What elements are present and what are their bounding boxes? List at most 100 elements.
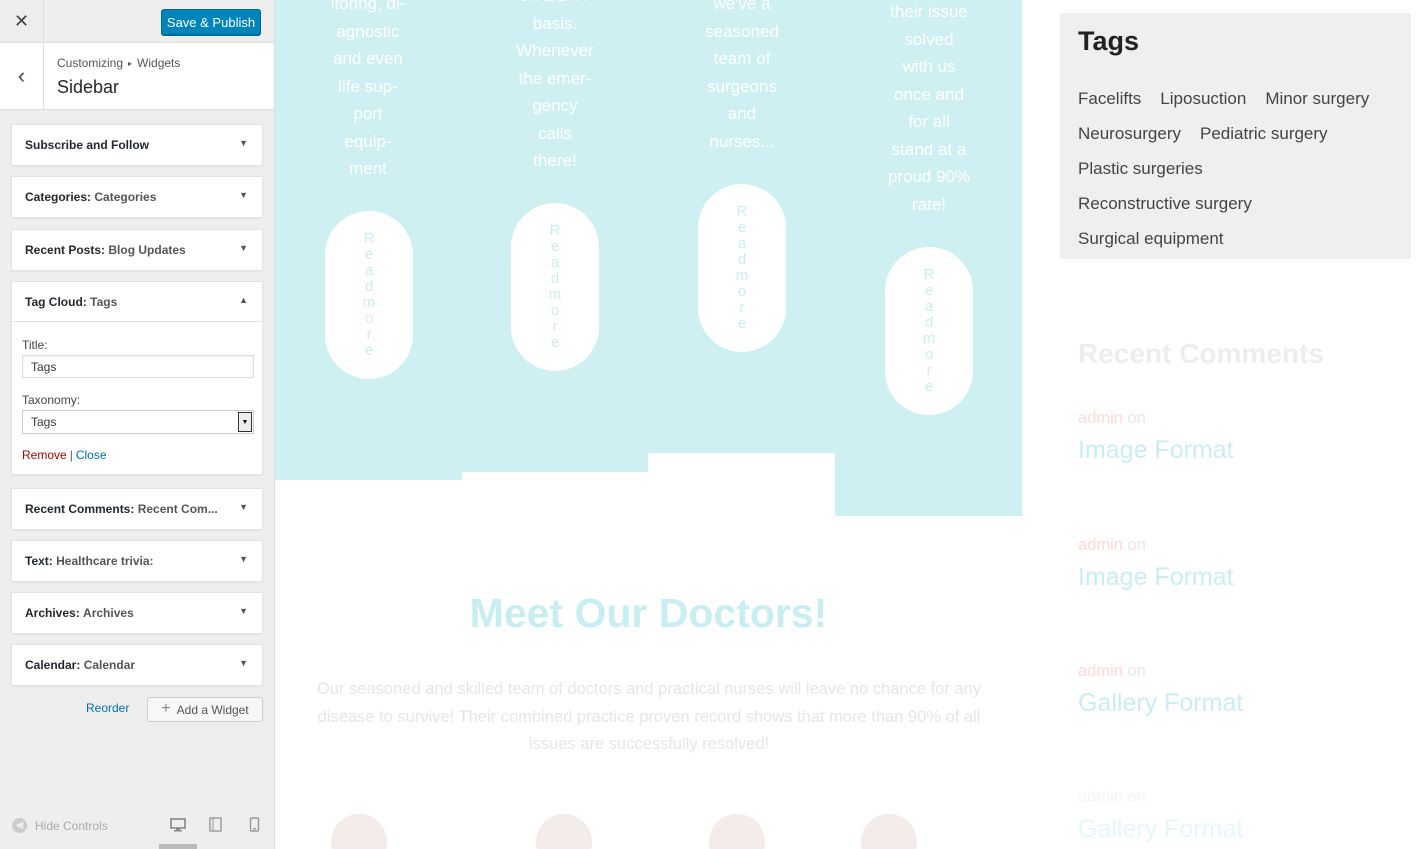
widget-name: Tags xyxy=(90,294,118,309)
plus-icon: + xyxy=(161,699,171,717)
comment-meta: admin on xyxy=(1078,536,1146,554)
hide-controls-label: Hide Controls xyxy=(35,818,108,833)
doctors-heading: Meet Our Doctors! xyxy=(469,590,828,636)
customizer-panel: ✕ Save & Publish ‹ Customizing ▸ Widgets S… xyxy=(0,0,275,849)
comment-post-link[interactable]: Gallery Format xyxy=(1078,815,1243,844)
doctors-description: Our seasoned and skilled team of doctors… xyxy=(316,680,982,753)
read-more-button[interactable]: Readmore xyxy=(325,211,413,379)
widget-name: Blog Updates xyxy=(108,243,186,257)
tag-link[interactable]: Liposuction xyxy=(1160,87,1246,110)
widget-type: Calendar xyxy=(25,658,77,672)
section-title: Sidebar xyxy=(57,77,120,97)
widget-type: Tag Cloud xyxy=(25,294,83,309)
widget-name: Recent Com... xyxy=(137,502,218,516)
title-label: Title: xyxy=(22,338,48,352)
add-widget-label: Add a Widget xyxy=(176,702,249,717)
collapse-circle-icon: ◀ xyxy=(12,818,27,833)
widget-subscribe-follow[interactable]: Subscribe and Follow ▼ xyxy=(11,124,263,166)
expand-arrow-icon[interactable]: ▼ xyxy=(239,138,248,148)
comment-author-link[interactable]: admin xyxy=(1078,536,1123,554)
widget-type: Text xyxy=(25,554,49,568)
comment-post-link[interactable]: Gallery Format xyxy=(1078,689,1243,718)
desktop-preview-icon[interactable] xyxy=(170,818,186,832)
widget-actions: Remove | Close xyxy=(22,448,252,462)
widget-archives[interactable]: Archives: Archives ▼ xyxy=(11,592,263,634)
close-icon[interactable]: ✕ xyxy=(0,0,44,42)
service-text: itoring, di-agnostic and even life sup-por… xyxy=(330,0,406,178)
tag-cloud: Facelifts Liposuction Minor surgery Neur… xyxy=(1078,87,1408,250)
customizer-footer: ◀ Hide Controls xyxy=(0,805,274,849)
widget-name: Categories xyxy=(94,190,157,204)
widget-type: Archives xyxy=(25,606,76,620)
tag-link[interactable]: Surgical equipment xyxy=(1078,227,1224,250)
read-more-button[interactable]: Readmore xyxy=(885,247,973,415)
read-more-button[interactable]: Readmore xyxy=(698,184,786,352)
service-text: on a 24/7basis.Wheneverthe emer-gencycal… xyxy=(516,0,594,170)
tablet-preview-icon[interactable] xyxy=(209,817,222,832)
taxonomy-select[interactable]: Tags ▼ xyxy=(22,410,254,434)
save-publish-button[interactable]: Save & Publish xyxy=(161,9,261,35)
comment-author-link[interactable]: admin xyxy=(1078,662,1123,680)
dropdown-arrow-icon[interactable]: ▼ xyxy=(238,412,252,432)
comment-author-link[interactable]: admin xyxy=(1078,409,1123,427)
recent-comments-title: Recent Comments xyxy=(1078,338,1324,369)
tag-link[interactable]: Minor surgery xyxy=(1265,87,1369,110)
tag-link[interactable]: Neurosurgery xyxy=(1078,122,1181,145)
taxonomy-label: Taxonomy: xyxy=(22,393,81,407)
comment-post-link[interactable]: Image Format xyxy=(1078,563,1234,592)
back-arrow-icon[interactable]: ‹ xyxy=(0,43,44,109)
active-device-indicator xyxy=(159,844,197,849)
widget-form: Title: Tags Taxonomy: Tags ▼ Remove | Clos… xyxy=(12,322,262,474)
widget-calendar[interactable]: Calendar: Calendar ▼ xyxy=(11,644,263,686)
widget-name: Healthcare trivia: xyxy=(56,554,154,568)
tags-widget: Tags Facelifts Liposuction Minor surgery… xyxy=(1060,13,1411,259)
service-text: we've a seasoned team of surgeons and nurses.… xyxy=(705,0,779,151)
breadcrumb-current: Widgets xyxy=(137,56,181,70)
widget-categories[interactable]: Categories: Categories ▼ xyxy=(11,176,263,218)
widget-text[interactable]: Text: Healthcare trivia: ▼ xyxy=(11,540,263,582)
widget-type: Recent Posts xyxy=(25,243,102,257)
widget-type: Recent Comments xyxy=(25,502,131,516)
expand-arrow-icon[interactable]: ▼ xyxy=(239,243,248,253)
reorder-link[interactable]: Reorder xyxy=(86,701,129,715)
expand-arrow-icon[interactable]: ▼ xyxy=(239,554,248,564)
breadcrumb-separator-icon: ▸ xyxy=(128,59,133,68)
comment-meta: admin on xyxy=(1078,662,1146,680)
read-more-button[interactable]: Readmore xyxy=(511,203,599,371)
comment-meta: admin on xyxy=(1078,409,1146,427)
hide-controls-button[interactable]: ◀ Hide Controls xyxy=(12,818,108,833)
service-text: their issue solved with us once and for all s… xyxy=(887,2,971,214)
mobile-preview-icon[interactable] xyxy=(249,817,260,832)
collapse-arrow-icon[interactable]: ▲ xyxy=(239,295,248,305)
doctor-avatar xyxy=(536,814,592,849)
widget-name: Calendar xyxy=(83,658,136,672)
close-link[interactable]: Close xyxy=(76,448,107,462)
add-widget-button[interactable]: + Add a Widget xyxy=(147,697,263,722)
widget-recent-comments[interactable]: Recent Comments: Recent Com... ▼ xyxy=(11,488,263,530)
doctor-avatar xyxy=(331,814,387,849)
widget-type: Subscribe and Follow xyxy=(25,138,150,152)
breadcrumb-parent: Customizing xyxy=(57,56,124,70)
expand-arrow-icon[interactable]: ▼ xyxy=(239,658,248,668)
site-preview: itoring, di-agnostic and even life sup-por… xyxy=(275,0,1419,849)
doctor-avatar xyxy=(861,814,917,849)
remove-link[interactable]: Remove xyxy=(22,448,67,462)
comment-author-link[interactable]: admin xyxy=(1078,788,1123,806)
tags-widget-title: Tags xyxy=(1078,26,1140,56)
title-input[interactable]: Tags xyxy=(22,355,254,378)
tag-link[interactable]: Plastic surgeries xyxy=(1078,157,1408,180)
section-header: ‹ Customizing ▸ Widgets Sidebar xyxy=(0,43,274,110)
tag-link[interactable]: Pediatric surgery xyxy=(1200,122,1328,145)
comment-post-link[interactable]: Image Format xyxy=(1078,436,1234,465)
widget-recent-posts[interactable]: Recent Posts: Blog Updates ▼ xyxy=(11,229,263,271)
taxonomy-selected-value: Tags xyxy=(31,415,57,429)
tag-link[interactable]: Facelifts xyxy=(1078,87,1141,110)
widget-tag-cloud[interactable]: Tag Cloud: Tags ▲ Title: Tags Taxonomy: … xyxy=(11,281,263,475)
widget-type: Categories xyxy=(25,190,88,204)
actions-separator: | xyxy=(69,448,73,462)
expand-arrow-icon[interactable]: ▼ xyxy=(239,606,248,616)
expand-arrow-icon[interactable]: ▼ xyxy=(239,190,248,200)
tag-link[interactable]: Reconstructive surgery xyxy=(1078,192,1408,215)
customizer-header-bar: ✕ Save & Publish xyxy=(0,0,274,43)
expand-arrow-icon[interactable]: ▼ xyxy=(239,502,248,512)
